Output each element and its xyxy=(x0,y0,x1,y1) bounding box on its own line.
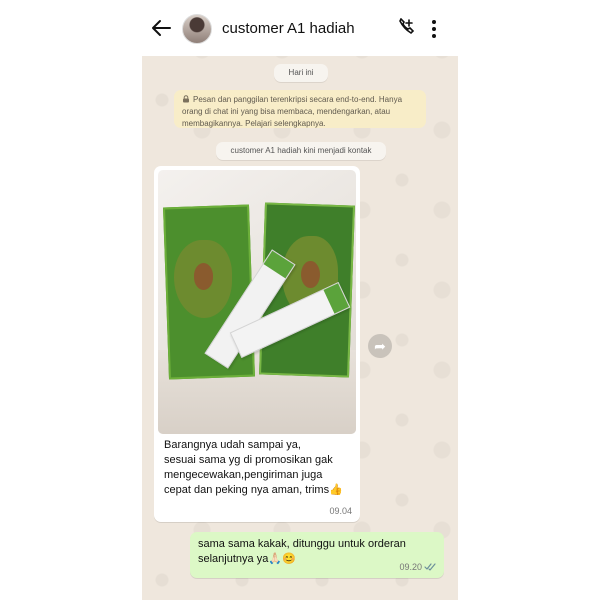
more-options-icon[interactable] xyxy=(431,18,437,40)
product-photo[interactable] xyxy=(158,170,356,434)
date-divider: Hari ini xyxy=(274,64,328,82)
avocado-image-left xyxy=(174,240,232,318)
contact-name[interactable]: customer A1 hadiah xyxy=(222,20,355,37)
contact-notice: customer A1 hadiah kini menjadi kontak xyxy=(216,142,386,160)
contact-avatar[interactable] xyxy=(182,14,212,44)
incoming-message-time: 09.04 xyxy=(329,506,352,516)
encryption-notice[interactable]: Pesan dan panggilan terenkripsi secara e… xyxy=(174,90,426,128)
incoming-image-message[interactable]: Barangnya udah sampai ya, sesuai sama yg… xyxy=(154,166,360,522)
outgoing-message[interactable]: sama sama kakak, ditunggu untuk orderan … xyxy=(190,532,444,578)
outgoing-message-time: 09.20 xyxy=(399,562,422,572)
chat-header: customer A1 hadiah xyxy=(142,0,458,56)
chat-screen: customer A1 hadiah Hari ini Pesan dan pa… xyxy=(142,0,458,600)
encryption-text: Pesan dan panggilan terenkripsi secara e… xyxy=(182,95,403,128)
incoming-message-text: Barangnya udah sampai ya, sesuai sama yg… xyxy=(164,439,343,496)
back-arrow-icon[interactable] xyxy=(150,18,172,38)
lock-icon xyxy=(183,95,189,103)
forward-icon[interactable]: ➦ xyxy=(368,334,392,358)
add-call-icon[interactable] xyxy=(396,18,416,38)
read-ticks-icon xyxy=(424,563,436,571)
